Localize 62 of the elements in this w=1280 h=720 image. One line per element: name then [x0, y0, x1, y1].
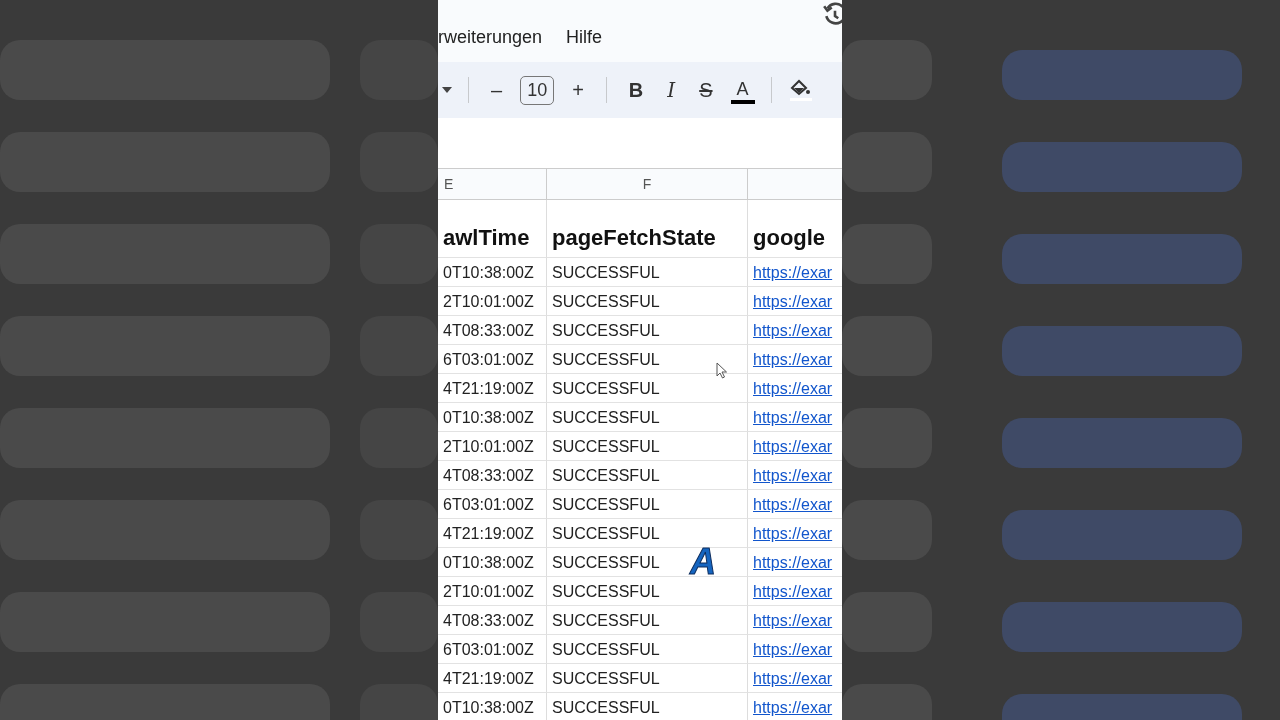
table-cell: 4T21:19:00Z: [438, 664, 547, 693]
table-cell: 0T10:38:00Z: [438, 403, 547, 432]
table-cell: 4T21:19:00Z: [438, 519, 547, 548]
link[interactable]: https://exar: [753, 438, 833, 456]
column-header[interactable]: E: [438, 168, 547, 200]
table-cell: 6T03:01:00Z: [438, 345, 547, 374]
decrease-font-button[interactable]: –: [485, 76, 509, 104]
link[interactable]: https://exar: [753, 583, 833, 601]
table-cell: 0T10:38:00Z: [438, 548, 547, 577]
table-cell: 0T10:38:00Z: [438, 258, 547, 287]
fill-color-icon[interactable]: [787, 78, 814, 102]
column-header[interactable]: F: [547, 168, 748, 200]
link[interactable]: https://exar: [753, 409, 833, 427]
link[interactable]: https://exar: [753, 293, 833, 311]
link[interactable]: https://exar: [753, 641, 833, 659]
table-cell: 4T08:33:00Z: [438, 316, 547, 345]
table-cell: SUCCESSFUL: [547, 693, 748, 720]
link[interactable]: https://exar: [753, 670, 833, 688]
table-cell: awlTime: [438, 200, 547, 258]
table-cell: 4T21:19:00Z: [438, 374, 547, 403]
table-cell: SUCCESSFUL: [547, 664, 748, 693]
table-cell: 2T10:01:00Z: [438, 432, 547, 461]
link[interactable]: https://exar: [753, 351, 833, 369]
table-cell: SUCCESSFUL: [547, 519, 748, 548]
table-cell: 6T03:01:00Z: [438, 490, 547, 519]
link[interactable]: https://exar: [753, 525, 833, 543]
table-cell: SUCCESSFUL: [547, 432, 748, 461]
table-cell: SUCCESSFUL: [547, 461, 748, 490]
table-cell: SUCCESSFUL: [547, 490, 748, 519]
menu-item[interactable]: Hilfe: [566, 27, 603, 48]
increase-font-button[interactable]: +: [566, 76, 590, 104]
pointer-icon: [716, 362, 728, 379]
table-cell: 0T10:38:00Z: [438, 693, 547, 720]
link[interactable]: https://exar: [753, 322, 833, 340]
font-size-field[interactable]: 10: [520, 75, 555, 105]
table-cell: 2T10:01:00Z: [438, 577, 547, 606]
table-cell: SUCCESSFUL: [547, 287, 748, 316]
link[interactable]: https://exar: [753, 380, 833, 398]
table-cell: 6T03:01:00Z: [438, 635, 547, 664]
table-cell: SUCCESSFUL: [547, 403, 748, 432]
link[interactable]: https://exar: [753, 264, 833, 282]
table-cell: SUCCESSFUL: [547, 577, 748, 606]
caret-icon[interactable]: [442, 87, 452, 93]
table-cell: SUCCESSFUL: [547, 316, 748, 345]
table-cell: SUCCESSFUL: [547, 635, 748, 664]
link[interactable]: https://exar: [753, 554, 833, 572]
table-cell: 4T08:33:00Z: [438, 461, 547, 490]
text-color-button[interactable]: A: [730, 76, 755, 104]
table-cell: pageFetchState: [547, 200, 748, 258]
link[interactable]: https://exar: [753, 699, 833, 717]
table-cell: SUCCESSFUL: [547, 606, 748, 635]
table-cell: 2T10:01:00Z: [438, 287, 547, 316]
table-cell: SUCCESSFUL: [547, 258, 748, 287]
italic-button[interactable]: I: [661, 76, 682, 104]
link[interactable]: https://exar: [753, 612, 833, 630]
strikethrough-button[interactable]: S: [693, 76, 719, 104]
link[interactable]: https://exar: [753, 496, 833, 514]
menu-item[interactable]: rweiterungen: [438, 27, 543, 48]
table-cell: 4T08:33:00Z: [438, 606, 547, 635]
bold-button[interactable]: B: [622, 76, 650, 104]
link[interactable]: https://exar: [753, 467, 833, 485]
history-icon[interactable]: [822, 2, 842, 28]
